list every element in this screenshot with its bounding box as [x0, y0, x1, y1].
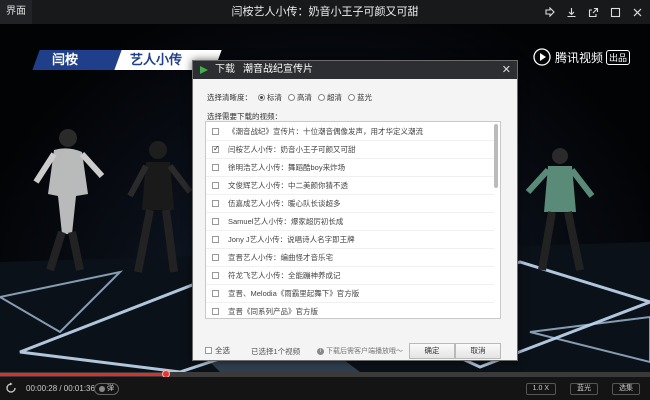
- danmu-icon: [99, 386, 105, 392]
- checkbox[interactable]: [212, 217, 219, 225]
- quality-option-sd[interactable]: 标清: [258, 92, 282, 103]
- episodes-button[interactable]: 选集: [612, 383, 640, 395]
- list-scrollbar[interactable]: [494, 124, 498, 188]
- time-display: 00:00:28 / 00:01:36: [26, 384, 95, 393]
- download-dialog: 下载 潮音战纪宣传片 ✕ 选择清晰度： 标清 高清 超清 蓝光 选择需要下载的视…: [192, 60, 518, 361]
- window-controls: [538, 0, 648, 24]
- dancer-figure: [525, 148, 595, 271]
- progress-fill: [0, 373, 166, 376]
- quality-button[interactable]: 蓝光: [570, 383, 598, 395]
- confirm-button[interactable]: 确定: [409, 343, 455, 359]
- dialog-footer: 全选 已选择1个视频 i 下载后需客户端播放哦～ 确定 取消: [205, 343, 505, 359]
- download-hint: i 下载后需客户端播放哦～: [317, 346, 403, 356]
- cancel-button[interactable]: 取消: [455, 343, 501, 359]
- checkbox[interactable]: [212, 144, 220, 153]
- checkbox[interactable]: [205, 347, 212, 354]
- share-icon[interactable]: [538, 0, 560, 24]
- list-item[interactable]: 徐明浩艺人小传：舞蹈酷boy来炸场: [206, 158, 494, 177]
- selected-count: 已选择1个视频: [251, 347, 301, 356]
- banner-name: 闫桉: [52, 52, 79, 67]
- tencent-video-watermark: 腾讯视频 出品: [533, 46, 630, 68]
- quality-label: 选择清晰度：: [207, 92, 252, 102]
- checkbox[interactable]: [212, 127, 219, 135]
- select-all-checkbox[interactable]: 全选: [205, 345, 230, 356]
- list-item[interactable]: 《潮音战纪》宣传片：十位潮音偶像发声，用才华定义潮流: [206, 122, 494, 141]
- checkbox[interactable]: [212, 289, 219, 297]
- dialog-header-label: 下载: [215, 64, 235, 75]
- checkbox[interactable]: [212, 235, 219, 243]
- dialog-close-icon[interactable]: ✕: [502, 61, 511, 79]
- list-item[interactable]: 宣晋艺人小传：编曲怪才音乐宅: [206, 248, 494, 267]
- radio-icon[interactable]: [348, 93, 355, 101]
- replay-icon[interactable]: [5, 382, 17, 394]
- tencent-video-logo-icon: [200, 66, 208, 74]
- dialog-title: 潮音战纪宣传片: [243, 64, 313, 75]
- video-list[interactable]: 《潮音战纪》宣传片：十位潮音偶像发声，用才华定义潮流 闫桉艺人小传：奶音小王子可…: [205, 121, 501, 319]
- checkbox[interactable]: [212, 253, 219, 261]
- list-item[interactable]: 宣晋《同系列产品》官方版: [206, 302, 494, 318]
- title-bar: 界面 闫桉艺人小传：奶音小王子可颜又可甜: [0, 0, 650, 24]
- dancer-figure: [33, 129, 105, 272]
- checkbox[interactable]: [212, 163, 219, 171]
- tencent-video-logo: [533, 48, 551, 66]
- control-bar: 00:00:28 / 00:01:36 弹 1.0 X 蓝光 选集: [0, 377, 650, 400]
- external-icon[interactable]: [582, 0, 604, 24]
- dialog-header: 下载 潮音战纪宣传片 ✕: [193, 61, 517, 79]
- download-icon[interactable]: [560, 0, 582, 24]
- restore-icon[interactable]: [604, 0, 626, 24]
- quality-option-bluray[interactable]: 蓝光: [348, 92, 372, 103]
- checkbox[interactable]: [212, 271, 219, 279]
- radio-icon[interactable]: [318, 93, 325, 101]
- quality-selector: 选择清晰度： 标清 高清 超清 蓝光: [207, 91, 372, 103]
- watermark-text: 腾讯视频: [554, 50, 603, 65]
- dancer-figure: [127, 141, 193, 273]
- list-item[interactable]: 闫桉艺人小传：奶音小王子可颜又可甜: [206, 140, 494, 159]
- close-icon[interactable]: [626, 0, 648, 24]
- danmu-toggle[interactable]: 弹: [94, 383, 119, 395]
- list-item[interactable]: 符龙飞艺人小传：全能蹦神养成记: [206, 266, 494, 285]
- radio-icon[interactable]: [258, 93, 265, 101]
- quality-option-fhd[interactable]: 超清: [318, 92, 342, 103]
- checkbox[interactable]: [212, 181, 219, 189]
- video-player-window: 界面 闫桉艺人小传：奶音小王子可颜又可甜 闫桉 艺人小传 腾讯视频 出品 下载 …: [0, 0, 650, 400]
- info-icon: i: [317, 347, 324, 355]
- checkbox[interactable]: [212, 307, 219, 315]
- watermark-badge: 出品: [605, 49, 630, 65]
- list-item[interactable]: 伍嘉成艺人小传：暖心队长谈超多: [206, 194, 494, 213]
- player-options: 1.0 X 蓝光 选集: [512, 383, 640, 395]
- speed-button[interactable]: 1.0 X: [525, 383, 556, 395]
- quality-option-hd[interactable]: 高清: [288, 92, 312, 103]
- checkbox[interactable]: [212, 199, 219, 207]
- radio-icon[interactable]: [288, 93, 295, 101]
- list-item[interactable]: 文俊辉艺人小传：中二美颜你猜不透: [206, 176, 494, 195]
- list-item[interactable]: 宣晋、Melodia《雨霸里起舞下》官方版: [206, 284, 494, 303]
- list-item[interactable]: Samuel艺人小传：爆家超厉初长成: [206, 212, 494, 231]
- list-item[interactable]: Jony J艺人小传：说唱诗人名字即王牌: [206, 230, 494, 249]
